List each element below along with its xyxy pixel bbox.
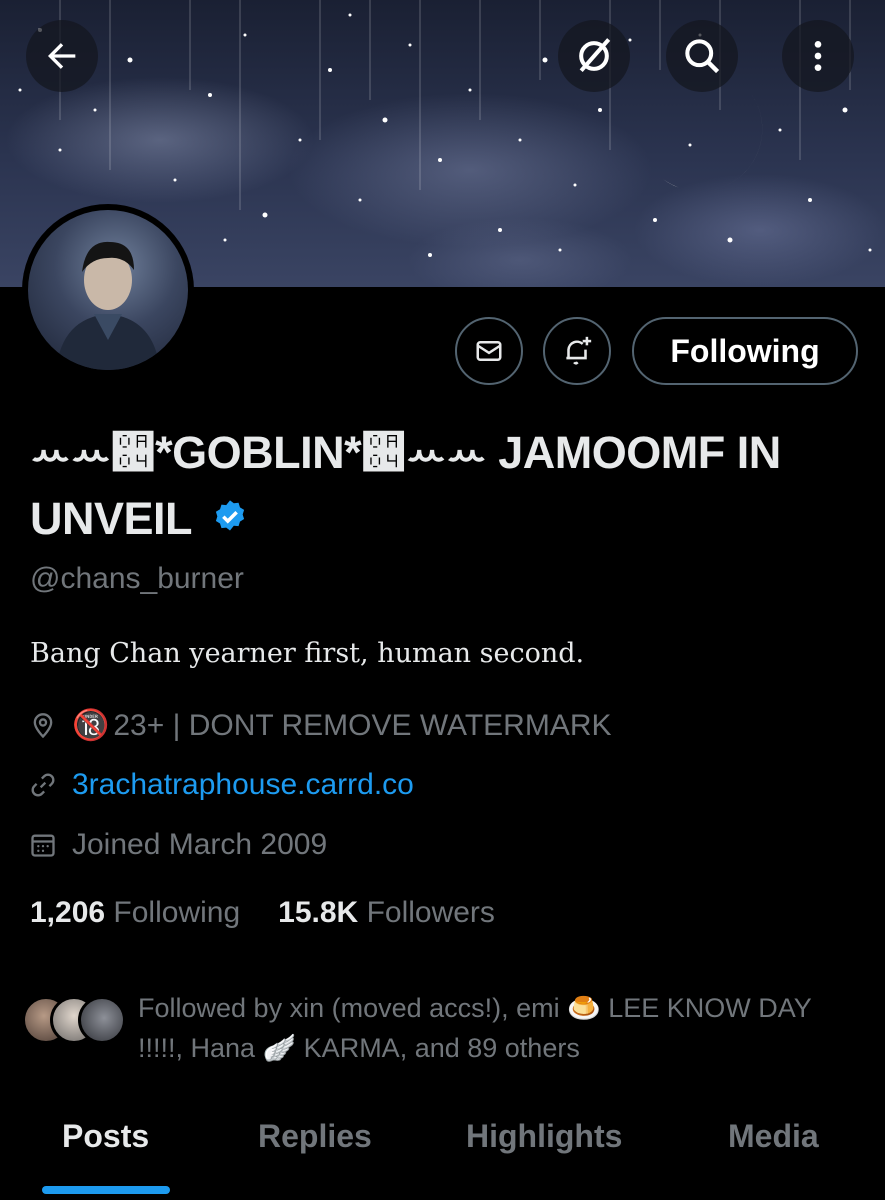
location-row: 🔞 23+ | DONT REMOVE WATERMARK [28, 708, 612, 743]
avatar[interactable] [22, 204, 194, 376]
link-icon [28, 770, 58, 800]
following-button[interactable]: Following [632, 317, 858, 385]
following-count: 1,206 [30, 896, 106, 929]
verified-badge-icon[interactable] [211, 498, 249, 536]
location-emoji: 🔞 [72, 709, 110, 742]
tab-posts[interactable]: Posts [62, 1118, 149, 1155]
website-link[interactable]: 3rachatraphouse.carrd.co [72, 768, 414, 802]
search-button[interactable] [666, 20, 738, 92]
search-icon [685, 39, 720, 74]
followers-count: 15.8K [278, 896, 359, 929]
joined-row: Joined March 2009 [28, 828, 327, 862]
display-name-block: ꕀꕀ਄*GOBLIN*਄ꕀꕀ JAMOOMF IN UNVEIL [30, 420, 850, 552]
envelope-icon [476, 341, 502, 361]
profile-tabs: Posts Replies Highlights Media [0, 1110, 885, 1200]
website-row: 3rachatraphouse.carrd.co [28, 768, 414, 802]
followers-count-link[interactable]: 15.8K Followers [278, 896, 495, 930]
crescent-moon-image [658, 83, 763, 192]
location-pin-icon [28, 711, 58, 741]
tab-replies[interactable]: Replies [258, 1118, 372, 1155]
follower-avatar [78, 996, 126, 1044]
tab-highlights[interactable]: Highlights [466, 1118, 622, 1155]
bell-plus-icon [566, 336, 592, 365]
grok-button[interactable] [558, 20, 630, 92]
back-button[interactable] [26, 20, 98, 92]
more-options-button[interactable] [782, 20, 854, 92]
following-count-link[interactable]: 1,206 Following [30, 896, 240, 930]
followers-label: Followers [366, 896, 495, 929]
slashed-circle-icon [579, 38, 611, 73]
notify-button[interactable] [543, 317, 611, 385]
joined-text: Joined March 2009 [72, 828, 328, 861]
tab-media[interactable]: Media [728, 1118, 819, 1155]
active-tab-indicator [42, 1186, 170, 1194]
avatar-image [28, 210, 188, 370]
arrow-left-icon [48, 43, 76, 69]
message-button[interactable] [455, 317, 523, 385]
follow-counts: 1,206 Following 15.8K Followers [30, 896, 495, 930]
more-vertical-icon [814, 41, 822, 71]
calendar-icon [28, 830, 58, 860]
location-text: 23+ | DONT REMOVE WATERMARK [113, 708, 612, 742]
followed-by-text: Followed by xin (moved accs!), emi 🍮 LEE… [138, 993, 812, 1063]
bio: Bang Chan yearner first, human second. [30, 638, 585, 669]
handle: @chans_burner [30, 562, 244, 595]
following-label: Following [113, 896, 241, 929]
display-name: ꕀꕀ਄*GOBLIN*਄ꕀꕀ JAMOOMF IN UNVEIL [30, 427, 781, 544]
